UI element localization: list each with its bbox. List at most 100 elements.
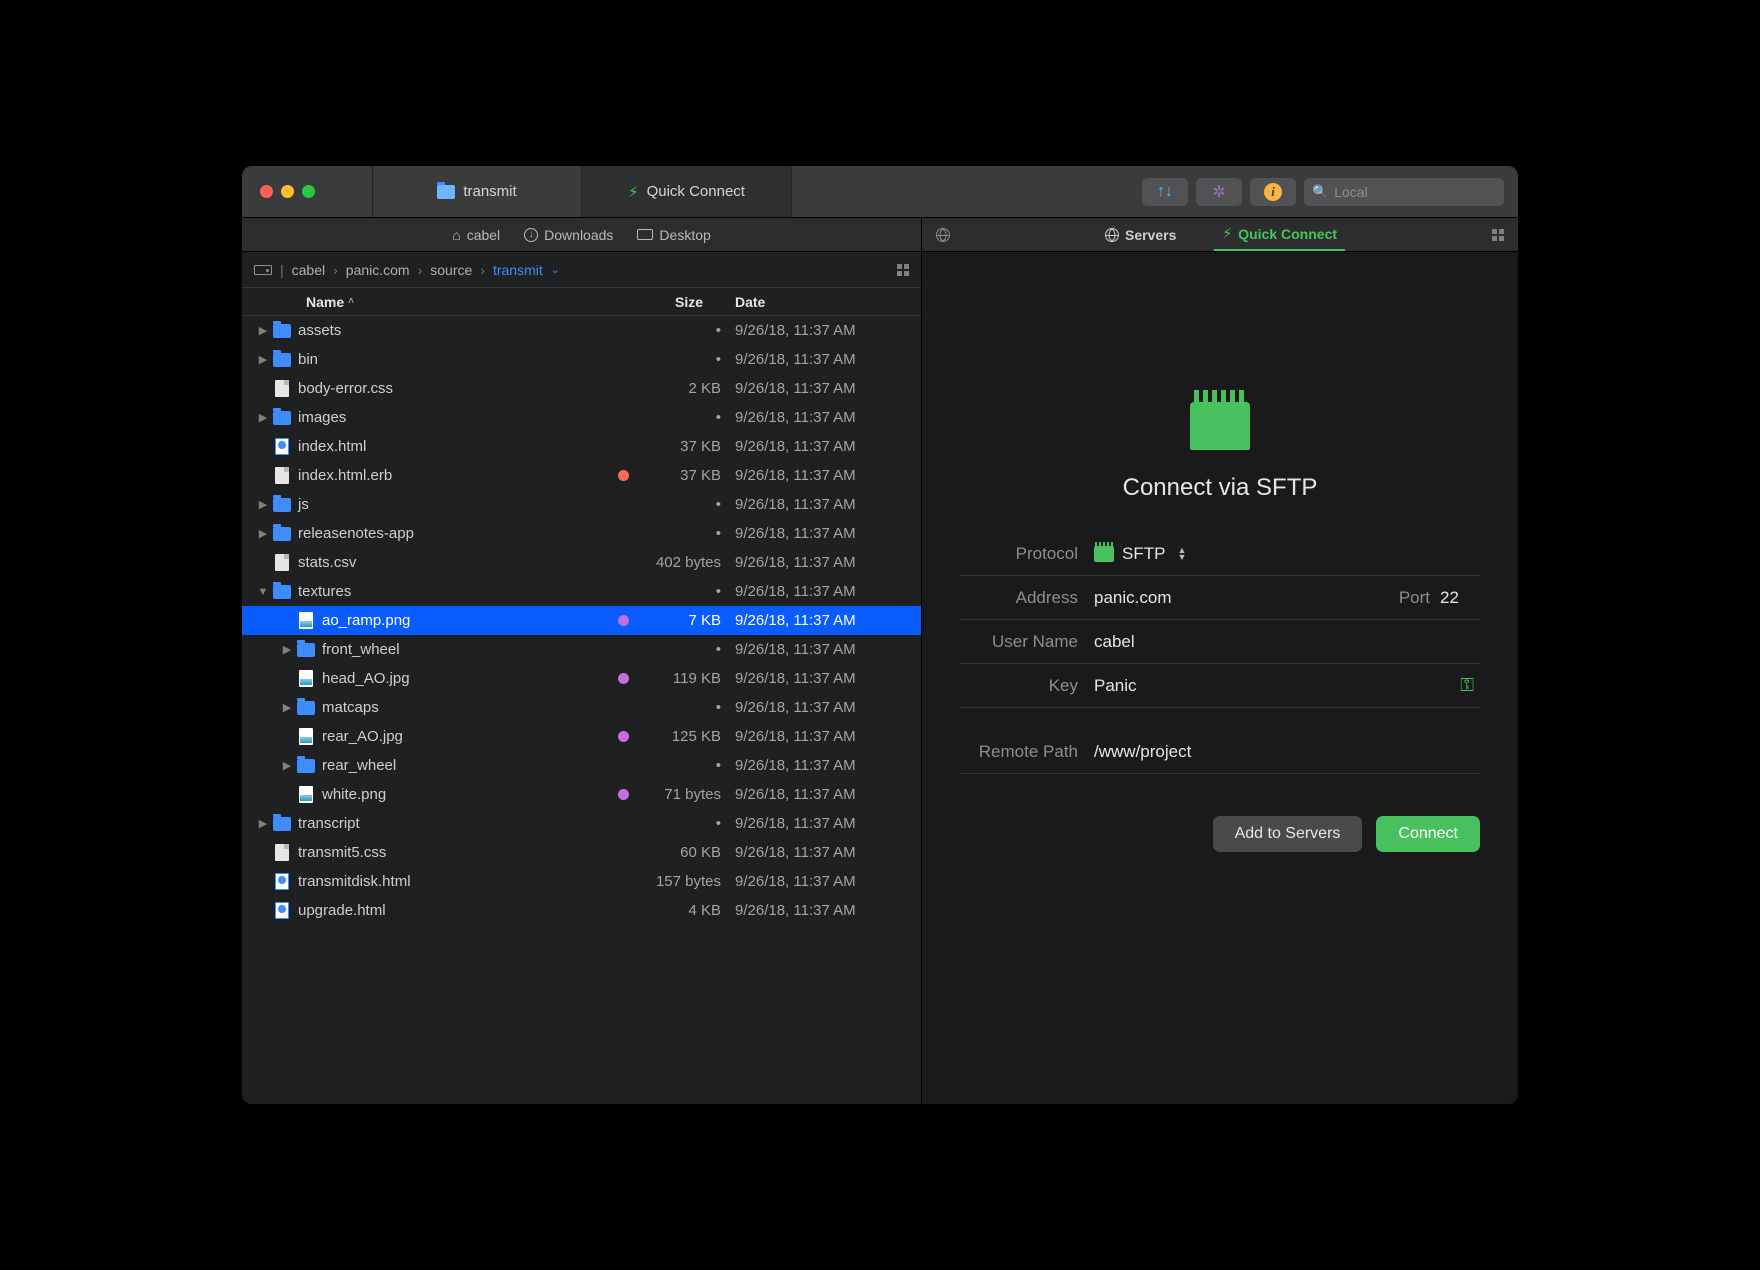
file-name: index.html.erb <box>292 467 611 484</box>
maximize-button[interactable] <box>302 185 315 198</box>
globe-icon[interactable] <box>936 228 950 242</box>
file-size: • <box>635 757 721 774</box>
file-row[interactable]: stats.csv402 bytes9/26/18, 11:37 AM <box>242 548 921 577</box>
disclosure-triangle-icon[interactable]: ▶ <box>278 701 296 714</box>
file-row[interactable]: ▶releasenotes-app•9/26/18, 11:37 AM <box>242 519 921 548</box>
disclosure-triangle-icon[interactable]: ▼ <box>254 586 272 598</box>
file-size: • <box>635 641 721 658</box>
file-row[interactable]: ▶images•9/26/18, 11:37 AM <box>242 403 921 432</box>
file-name: matcaps <box>316 699 611 716</box>
file-date: 9/26/18, 11:37 AM <box>721 409 921 426</box>
sync-button[interactable]: ↑↓ <box>1142 178 1188 206</box>
file-row[interactable]: transmit5.css60 KB9/26/18, 11:37 AM <box>242 838 921 867</box>
tab-label: Quick Connect <box>647 183 745 200</box>
folder-icon <box>272 322 292 340</box>
file-size: • <box>635 583 721 600</box>
file-row[interactable]: ▶assets•9/26/18, 11:37 AM <box>242 316 921 345</box>
key-icon[interactable]: ⚿ <box>1460 675 1480 696</box>
username-input[interactable] <box>1094 632 1480 652</box>
file-name: upgrade.html <box>292 902 611 919</box>
file-name: js <box>292 496 611 513</box>
disk-icon[interactable] <box>254 265 272 275</box>
crumb-cabel[interactable]: cabel <box>292 262 325 278</box>
disclosure-triangle-icon[interactable]: ▶ <box>278 643 296 656</box>
col-date-header[interactable]: Date <box>721 294 921 310</box>
tab-quick-connect-right[interactable]: ⚡︎ Quick Connect <box>1214 218 1345 251</box>
view-toggle-icon[interactable] <box>897 264 909 276</box>
file-name: index.html <box>292 438 611 455</box>
file-row[interactable]: rear_AO.jpg125 KB9/26/18, 11:37 AM <box>242 722 921 751</box>
file-row[interactable]: ao_ramp.png7 KB9/26/18, 11:37 AM <box>242 606 921 635</box>
port-input[interactable]: 22 <box>1440 588 1480 608</box>
minimize-button[interactable] <box>281 185 294 198</box>
file-row[interactable]: upgrade.html4 KB9/26/18, 11:37 AM <box>242 896 921 925</box>
close-button[interactable] <box>260 185 273 198</box>
tag-dot <box>611 470 635 481</box>
html-file-icon <box>272 902 292 920</box>
file-date: 9/26/18, 11:37 AM <box>721 902 921 919</box>
protocol-select[interactable]: SFTP ▲▼ <box>1094 544 1186 564</box>
file-date: 9/26/18, 11:37 AM <box>721 699 921 716</box>
file-row[interactable]: white.png71 bytes9/26/18, 11:37 AM <box>242 780 921 809</box>
file-row[interactable]: head_AO.jpg119 KB9/26/18, 11:37 AM <box>242 664 921 693</box>
toolbar-right: ↑↓ ✲ i 🔍 Local <box>1142 178 1518 206</box>
desktop-icon <box>637 229 653 240</box>
add-to-servers-button[interactable]: Add to Servers <box>1213 816 1363 852</box>
crumb-transmit[interactable]: transmit ⌄ <box>493 262 560 278</box>
file-date: 9/26/18, 11:37 AM <box>721 844 921 861</box>
info-button[interactable]: i <box>1250 178 1296 206</box>
folder-icon <box>272 409 292 427</box>
crumb-source[interactable]: source <box>430 262 472 278</box>
col-name-header[interactable]: Name ˄ <box>242 294 611 310</box>
file-row[interactable]: ▶rear_wheel•9/26/18, 11:37 AM <box>242 751 921 780</box>
file-row[interactable]: index.html.erb37 KB9/26/18, 11:37 AM <box>242 461 921 490</box>
select-updown-icon: ▲▼ <box>1177 547 1186 561</box>
tab-transmit[interactable]: transmit <box>372 166 582 217</box>
activity-button[interactable]: ✲ <box>1196 178 1242 206</box>
view-toggle-icon[interactable] <box>1492 229 1504 241</box>
folder-icon <box>296 757 316 775</box>
file-row[interactable]: ▶front_wheel•9/26/18, 11:37 AM <box>242 635 921 664</box>
key-input[interactable] <box>1094 676 1460 696</box>
connect-button[interactable]: Connect <box>1376 816 1480 852</box>
folder-icon <box>437 185 455 199</box>
tag-dot <box>611 673 635 684</box>
file-row[interactable]: index.html37 KB9/26/18, 11:37 AM <box>242 432 921 461</box>
disclosure-triangle-icon[interactable]: ▶ <box>254 527 272 540</box>
file-row[interactable]: ▶transcript•9/26/18, 11:37 AM <box>242 809 921 838</box>
file-date: 9/26/18, 11:37 AM <box>721 786 921 803</box>
disclosure-triangle-icon[interactable]: ▶ <box>254 817 272 830</box>
file-row[interactable]: ▶bin•9/26/18, 11:37 AM <box>242 345 921 374</box>
disclosure-triangle-icon[interactable]: ▶ <box>254 324 272 337</box>
file-row[interactable]: ▶matcaps•9/26/18, 11:37 AM <box>242 693 921 722</box>
disclosure-triangle-icon[interactable]: ▶ <box>278 759 296 772</box>
file-date: 9/26/18, 11:37 AM <box>721 467 921 484</box>
row-remote-path: Remote Path <box>960 730 1480 774</box>
favorite-cabel[interactable]: ⌂ cabel <box>452 227 500 243</box>
address-input[interactable] <box>1094 588 1399 608</box>
file-row[interactable]: body-error.css2 KB9/26/18, 11:37 AM <box>242 374 921 403</box>
remote-path-input[interactable] <box>1094 742 1480 762</box>
disclosure-triangle-icon[interactable]: ▶ <box>254 498 272 511</box>
disclosure-triangle-icon[interactable]: ▶ <box>254 353 272 366</box>
favorite-desktop[interactable]: Desktop <box>637 227 710 243</box>
file-row[interactable]: transmitdisk.html157 bytes9/26/18, 11:37… <box>242 867 921 896</box>
disclosure-triangle-icon[interactable]: ▶ <box>254 411 272 424</box>
file-date: 9/26/18, 11:37 AM <box>721 380 921 397</box>
row-key: Key ⚿ <box>960 664 1480 708</box>
favorite-downloads[interactable]: ↓ Downloads <box>524 227 613 243</box>
crumb-panic[interactable]: panic.com <box>346 262 410 278</box>
file-list[interactable]: ▶assets•9/26/18, 11:37 AM▶bin•9/26/18, 1… <box>242 316 921 1104</box>
file-row[interactable]: ▼textures•9/26/18, 11:37 AM <box>242 577 921 606</box>
col-size-header[interactable]: Size <box>611 294 721 310</box>
file-name: transmit5.css <box>292 844 611 861</box>
sync-icon: ↑↓ <box>1157 183 1173 201</box>
tab-servers[interactable]: Servers <box>1097 218 1184 251</box>
tab-quick-connect[interactable]: ⚡︎ Quick Connect <box>582 166 792 217</box>
file-row[interactable]: ▶js•9/26/18, 11:37 AM <box>242 490 921 519</box>
file-date: 9/26/18, 11:37 AM <box>721 438 921 455</box>
file-size: 125 KB <box>635 728 721 745</box>
sftp-large-icon <box>1190 402 1250 450</box>
search-input[interactable]: 🔍 Local <box>1304 178 1504 206</box>
image-file-icon <box>296 786 316 804</box>
